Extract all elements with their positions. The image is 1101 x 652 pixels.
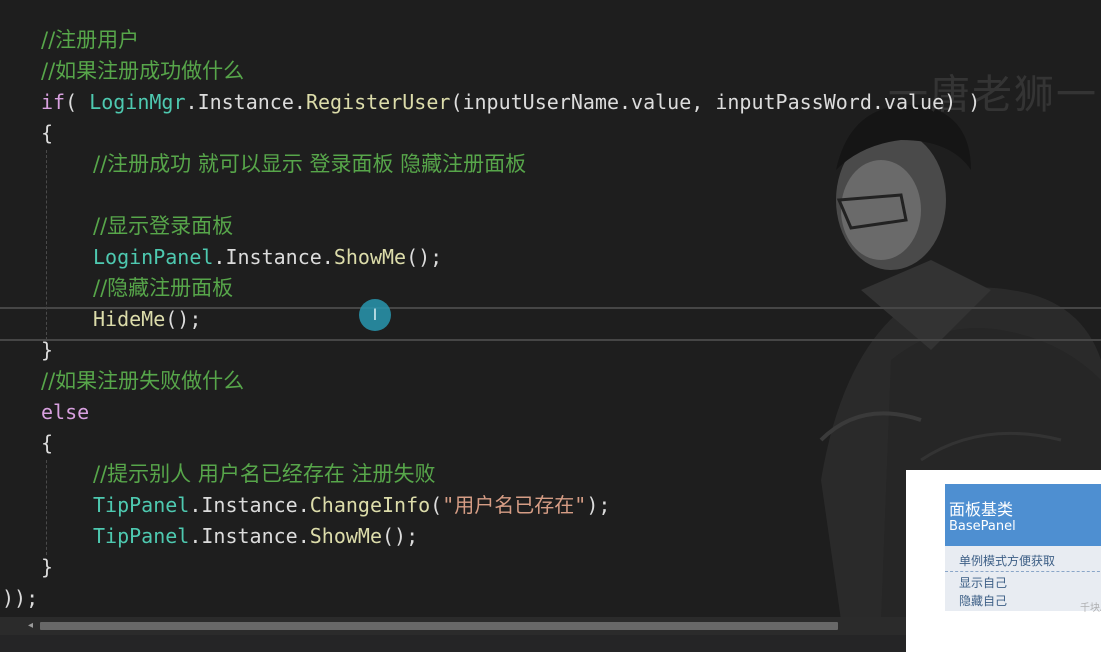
code-token: ); xyxy=(586,493,611,517)
code-token: if xyxy=(41,90,66,114)
card-item: 隐藏自己 xyxy=(959,594,1008,608)
code-token: } xyxy=(41,555,54,579)
card-divider xyxy=(945,571,1101,572)
code-token: HideMe xyxy=(93,307,166,331)
code-line[interactable]: if( LoginMgr.Instance.RegisterUser(input… xyxy=(0,87,1101,118)
code-editor-window: 一唐老狮一 //注册用户//如果注册成功做什么 if( LoginMgr.Inst… xyxy=(0,0,1101,652)
code-line[interactable]: else xyxy=(0,397,1101,428)
code-line[interactable]: //显示登录面板 xyxy=(0,211,1101,242)
code-line[interactable]: //隐藏注册面板 xyxy=(0,273,1101,304)
code-token: . xyxy=(297,493,310,517)
code-line[interactable]: //如果注册成功做什么 xyxy=(0,56,1101,87)
code-line[interactable] xyxy=(0,180,1101,211)
code-token: TipPanel xyxy=(93,493,190,517)
scroll-left-icon[interactable]: ◂ xyxy=(28,619,33,633)
code-token: . xyxy=(321,245,334,269)
code-token: (); xyxy=(165,307,202,331)
card-title: 面板基类 xyxy=(949,500,1014,519)
code-token: . xyxy=(293,90,306,114)
slide-inset-panel: 面板基类 BasePanel 单例模式方便获取 显示自己 隐藏自己 千块AINI… xyxy=(906,470,1101,652)
code-line[interactable]: HideMe(); xyxy=(0,304,1101,335)
code-line[interactable]: LoginPanel.Instance.ShowMe(); xyxy=(0,242,1101,273)
code-token: { xyxy=(41,121,54,145)
code-token: Instance xyxy=(225,245,322,269)
code-token: //注册成功 就可以显示 登录面板 隐藏注册面板 xyxy=(93,152,527,176)
code-token: LoginPanel xyxy=(93,245,214,269)
code-token: ( xyxy=(65,90,90,114)
code-token: . xyxy=(297,524,310,548)
code-token: ShowMe xyxy=(309,524,382,548)
code-token: Instance xyxy=(201,493,298,517)
code-token: . xyxy=(189,524,202,548)
code-token: //如果注册成功做什么 xyxy=(41,59,245,83)
code-token: //提示别人 用户名已经存在 注册失败 xyxy=(93,462,436,486)
code-token: //显示登录面板 xyxy=(93,214,234,238)
code-line[interactable]: //如果注册失败做什么 xyxy=(0,366,1101,397)
code-line[interactable]: //注册用户 xyxy=(0,25,1101,56)
inset-watermark: 千块AINI w xyxy=(1080,603,1101,614)
card-header: 面板基类 BasePanel xyxy=(945,484,1101,546)
card-subtitle: BasePanel xyxy=(949,519,1016,534)
card-item: 显示自己 xyxy=(959,576,1008,590)
code-token: . xyxy=(185,90,198,114)
code-token: (); xyxy=(382,524,419,548)
code-line[interactable]: } xyxy=(0,335,1101,366)
code-token: LoginMgr xyxy=(89,90,186,114)
code-token: //注册用户 xyxy=(41,28,140,52)
code-token: (inputUserName.value, inputPassWord.valu… xyxy=(450,90,981,114)
card-item: 单例模式方便获取 xyxy=(959,554,1056,568)
code-line[interactable]: { xyxy=(0,428,1101,459)
cursor-icon: I xyxy=(359,299,391,331)
code-token: ( xyxy=(430,493,443,517)
base-panel-card: 面板基类 BasePanel 单例模式方便获取 显示自己 隐藏自己 千块AINI… xyxy=(945,484,1101,614)
code-token: { xyxy=(41,431,54,455)
code-token: //如果注册失败做什么 xyxy=(41,369,245,393)
code-token: } xyxy=(41,338,54,362)
code-token: . xyxy=(189,493,202,517)
code-token: else xyxy=(41,400,90,424)
code-token: RegisterUser xyxy=(305,90,451,114)
code-token: "用户名已存在" xyxy=(442,493,587,517)
scrollbar-thumb[interactable] xyxy=(40,622,838,630)
code-token: )); xyxy=(2,586,39,610)
code-token: ShowMe xyxy=(333,245,407,269)
code-token: //隐藏注册面板 xyxy=(93,276,234,300)
code-line[interactable]: //注册成功 就可以显示 登录面板 隐藏注册面板 xyxy=(0,149,1101,180)
code-token: TipPanel xyxy=(93,524,190,548)
code-token: ChangeInfo xyxy=(309,493,431,517)
code-token: (); xyxy=(406,245,443,269)
code-token: Instance xyxy=(197,90,294,114)
code-token: Instance xyxy=(201,524,298,548)
code-line[interactable]: { xyxy=(0,118,1101,149)
code-token: . xyxy=(213,245,226,269)
